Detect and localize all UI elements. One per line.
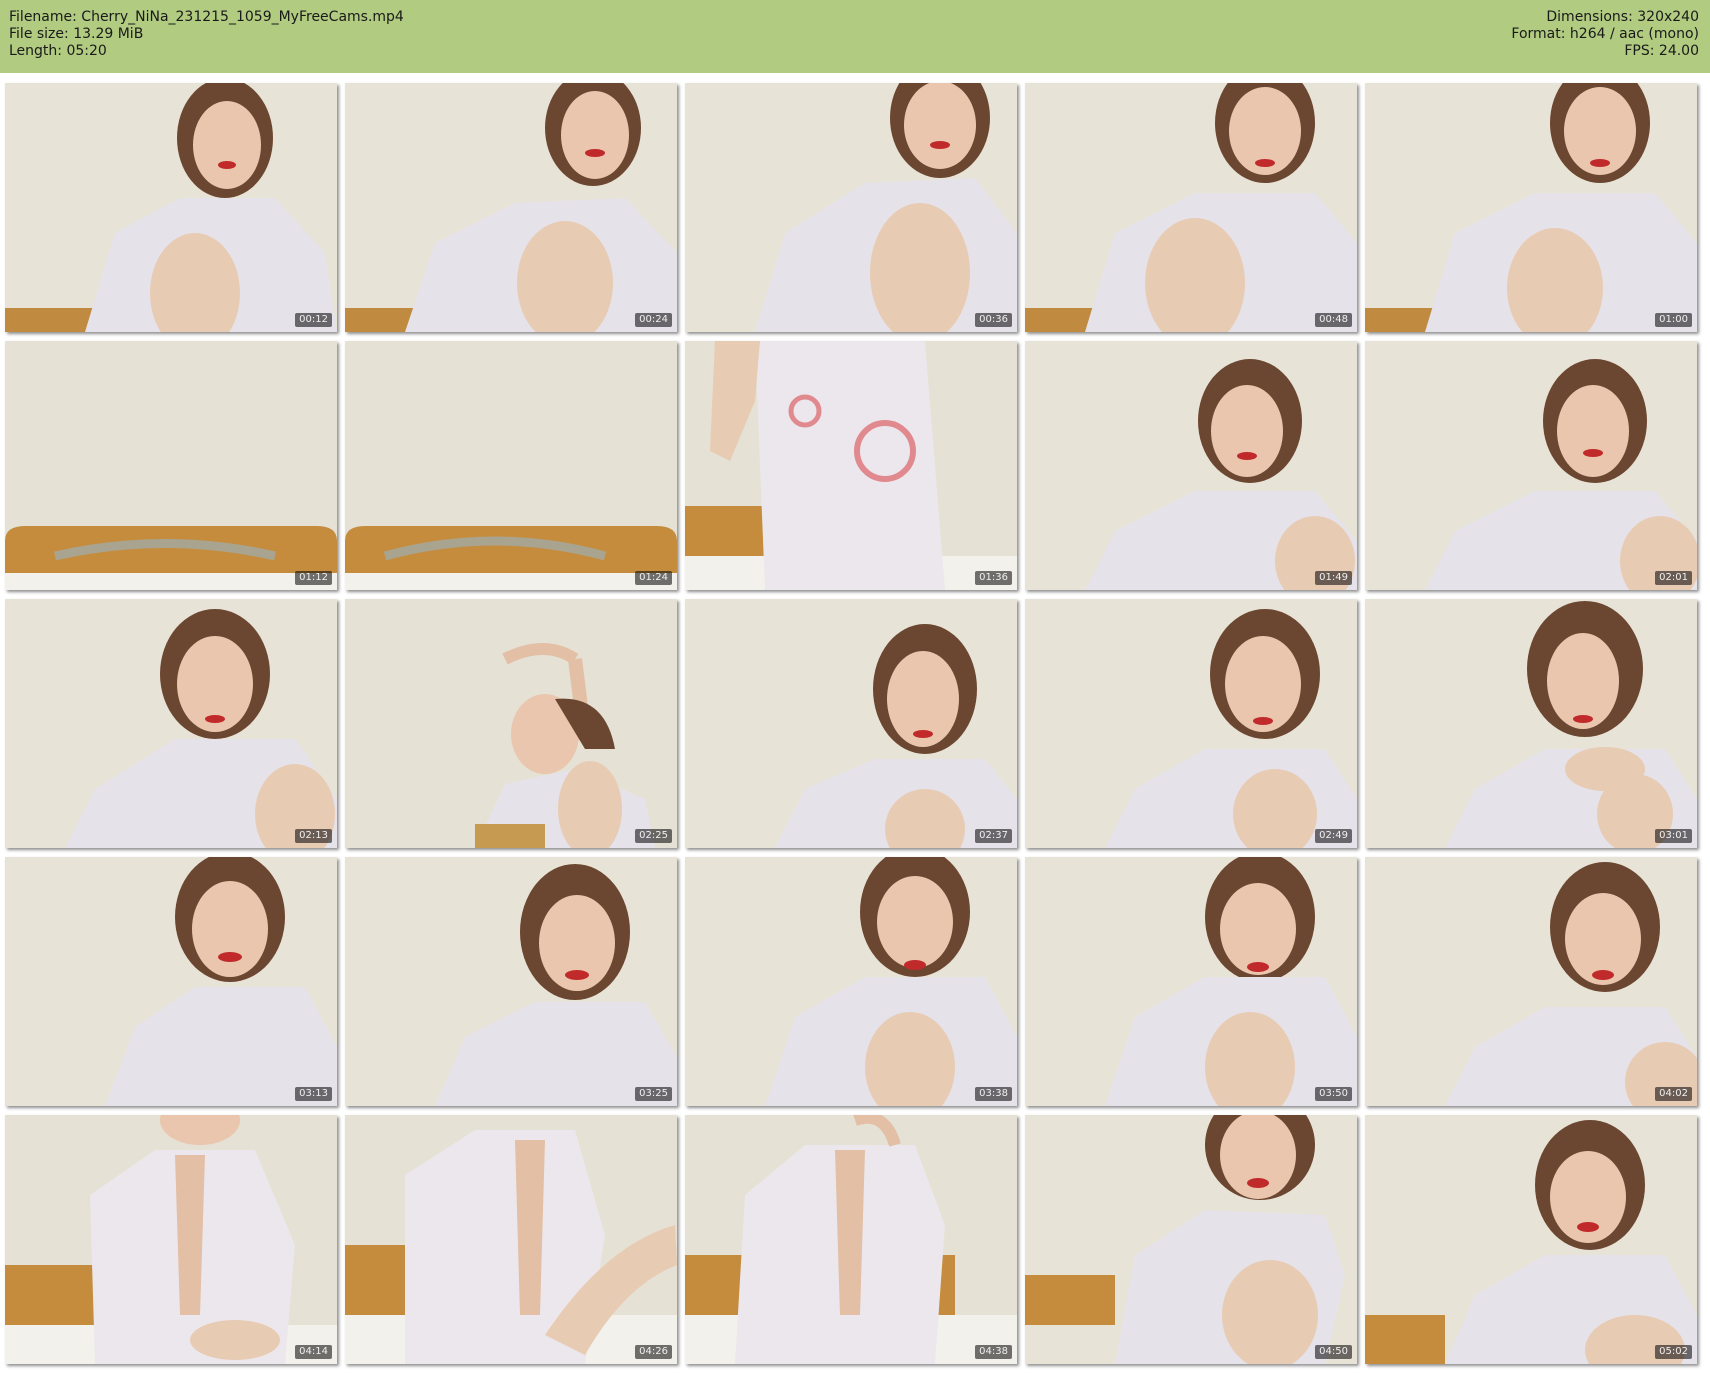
video-frame-image	[1025, 599, 1357, 848]
video-frame-image	[1025, 857, 1357, 1106]
thumbnail[interactable]: 00:12	[5, 83, 337, 332]
video-frame-image	[5, 1115, 337, 1364]
video-frame-image	[5, 83, 337, 332]
video-frame-image	[1365, 83, 1697, 332]
filename-text: Filename: Cherry_NiNa_231215_1059_MyFree…	[9, 9, 404, 25]
video-frame-image	[1365, 1115, 1697, 1364]
timestamp: 01:12	[295, 571, 332, 585]
timestamp: 00:12	[295, 313, 332, 327]
timestamp: 01:49	[1315, 571, 1352, 585]
timestamp: 00:48	[1315, 313, 1352, 327]
thumbnail[interactable]: 01:00	[1365, 83, 1697, 332]
timestamp: 05:02	[1655, 1345, 1692, 1359]
video-frame-image	[685, 857, 1017, 1106]
timestamp: 04:26	[635, 1345, 672, 1359]
thumbnail[interactable]: 04:26	[345, 1115, 677, 1364]
thumbnail[interactable]: 01:12	[5, 341, 337, 590]
video-frame-image	[1025, 341, 1357, 590]
thumbnail[interactable]: 01:49	[1025, 341, 1357, 590]
timestamp: 04:38	[975, 1345, 1012, 1359]
video-frame-image	[1365, 341, 1697, 590]
video-frame-image	[345, 83, 677, 332]
filesize-text: File size: 13.29 MiB	[9, 26, 144, 42]
thumbnail-grid: 00:12 00:24 00:36 00:48 01:00 01:12 01:2…	[5, 83, 1705, 1368]
thumbnail[interactable]: 04:38	[685, 1115, 1017, 1364]
thumbnail[interactable]: 05:02	[1365, 1115, 1697, 1364]
fps-text: FPS: 24.00	[1624, 43, 1699, 59]
thumbnail[interactable]: 00:36	[685, 83, 1017, 332]
timestamp: 04:14	[295, 1345, 332, 1359]
video-frame-image	[345, 1115, 677, 1364]
timestamp: 01:36	[975, 571, 1012, 585]
timestamp: 01:00	[1655, 313, 1692, 327]
timestamp: 02:37	[975, 829, 1012, 843]
video-frame-image	[345, 857, 677, 1106]
video-frame-image	[5, 341, 337, 590]
info-header: Filename: Cherry_NiNa_231215_1059_MyFree…	[0, 0, 1710, 73]
timestamp: 00:36	[975, 313, 1012, 327]
timestamp: 03:01	[1655, 829, 1692, 843]
video-frame-image	[685, 83, 1017, 332]
video-frame-image	[5, 599, 337, 848]
timestamp: 01:24	[635, 571, 672, 585]
timestamp: 04:02	[1655, 1087, 1692, 1101]
thumbnail[interactable]: 00:24	[345, 83, 677, 332]
length-text: Length: 05:20	[9, 43, 107, 59]
thumbnail[interactable]: 02:49	[1025, 599, 1357, 848]
video-frame-image	[1025, 1115, 1357, 1364]
video-frame-image	[345, 599, 677, 848]
thumbnail[interactable]: 02:37	[685, 599, 1017, 848]
timestamp: 03:38	[975, 1087, 1012, 1101]
thumbnail[interactable]: 02:25	[345, 599, 677, 848]
video-frame-image	[685, 1115, 1017, 1364]
thumbnail[interactable]: 00:48	[1025, 83, 1357, 332]
thumbnail[interactable]: 03:50	[1025, 857, 1357, 1106]
timestamp: 03:25	[635, 1087, 672, 1101]
timestamp: 02:49	[1315, 829, 1352, 843]
timestamp: 02:25	[635, 829, 672, 843]
thumbnail[interactable]: 01:24	[345, 341, 677, 590]
thumbnail[interactable]: 03:01	[1365, 599, 1697, 848]
timestamp: 00:24	[635, 313, 672, 327]
timestamp: 02:01	[1655, 571, 1692, 585]
video-frame-image	[1365, 857, 1697, 1106]
thumbnail[interactable]: 03:25	[345, 857, 677, 1106]
dimensions-text: Dimensions: 320x240	[1546, 9, 1699, 25]
thumbnail[interactable]: 04:02	[1365, 857, 1697, 1106]
thumbnail[interactable]: 02:01	[1365, 341, 1697, 590]
file-info: Filename: Cherry_NiNa_231215_1059_MyFree…	[9, 9, 404, 60]
thumbnail[interactable]: 04:50	[1025, 1115, 1357, 1364]
video-frame-image	[345, 341, 677, 590]
video-frame-image	[685, 341, 1017, 590]
thumbnail[interactable]: 04:14	[5, 1115, 337, 1364]
thumbnail[interactable]: 03:38	[685, 857, 1017, 1106]
video-frame-image	[685, 599, 1017, 848]
timestamp: 04:50	[1315, 1345, 1352, 1359]
timestamp: 02:13	[295, 829, 332, 843]
thumbnail[interactable]: 02:13	[5, 599, 337, 848]
timestamp: 03:13	[295, 1087, 332, 1101]
format-text: Format: h264 / aac (mono)	[1511, 26, 1699, 42]
video-frame-image	[1025, 83, 1357, 332]
video-frame-image	[1365, 599, 1697, 848]
timestamp: 03:50	[1315, 1087, 1352, 1101]
thumbnail[interactable]: 03:13	[5, 857, 337, 1106]
stream-info: Dimensions: 320x240 Format: h264 / aac (…	[1511, 9, 1699, 60]
video-frame-image	[5, 857, 337, 1106]
thumbnail[interactable]: 01:36	[685, 341, 1017, 590]
